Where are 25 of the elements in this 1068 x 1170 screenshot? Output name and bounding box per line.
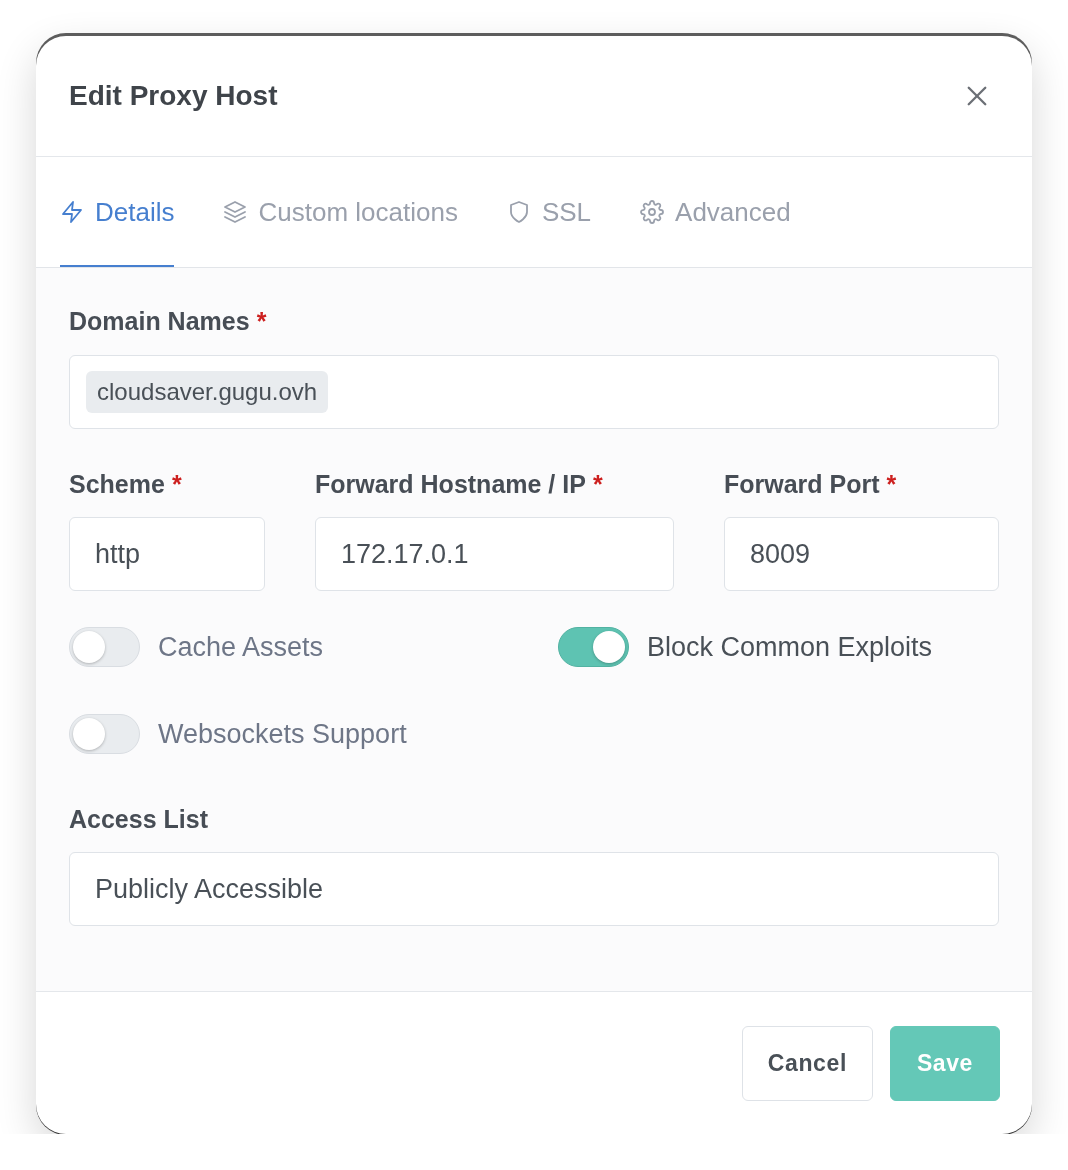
dialog-title: Edit Proxy Host [69,80,278,112]
field-label: Scheme [69,469,165,499]
required-mark: * [886,469,897,499]
toggle-label: Block Common Exploits [647,631,933,663]
gear-icon [640,200,665,224]
layers-icon [223,200,248,224]
required-mark: * [256,306,267,336]
field-label: Forward Hostname / IP [315,469,586,499]
field-label: Domain Names [69,306,250,336]
required-mark: * [171,469,182,499]
port-field[interactable]: 8009 [724,517,999,591]
access-list-field[interactable]: Publicly Accessible [69,852,999,926]
toggle-label: Websockets Support [158,718,407,750]
field-label: Forward Port [724,469,880,499]
required-mark: * [592,469,603,499]
scheme-field[interactable]: http [69,517,265,591]
hostname-field[interactable]: 172.17.0.1 [315,517,674,591]
domain-names-field[interactable]: cloudsaver.gugu.ovh [69,355,999,429]
close-icon [966,85,988,107]
toggle-switch[interactable] [558,627,629,667]
field-label: Access List [69,804,208,834]
cancel-button[interactable]: Cancel [741,1025,873,1101]
lightning-icon [60,200,84,224]
toggle-label: Cache Assets [158,631,324,663]
domain-tag: cloudsaver.gugu.ovh [86,371,329,413]
